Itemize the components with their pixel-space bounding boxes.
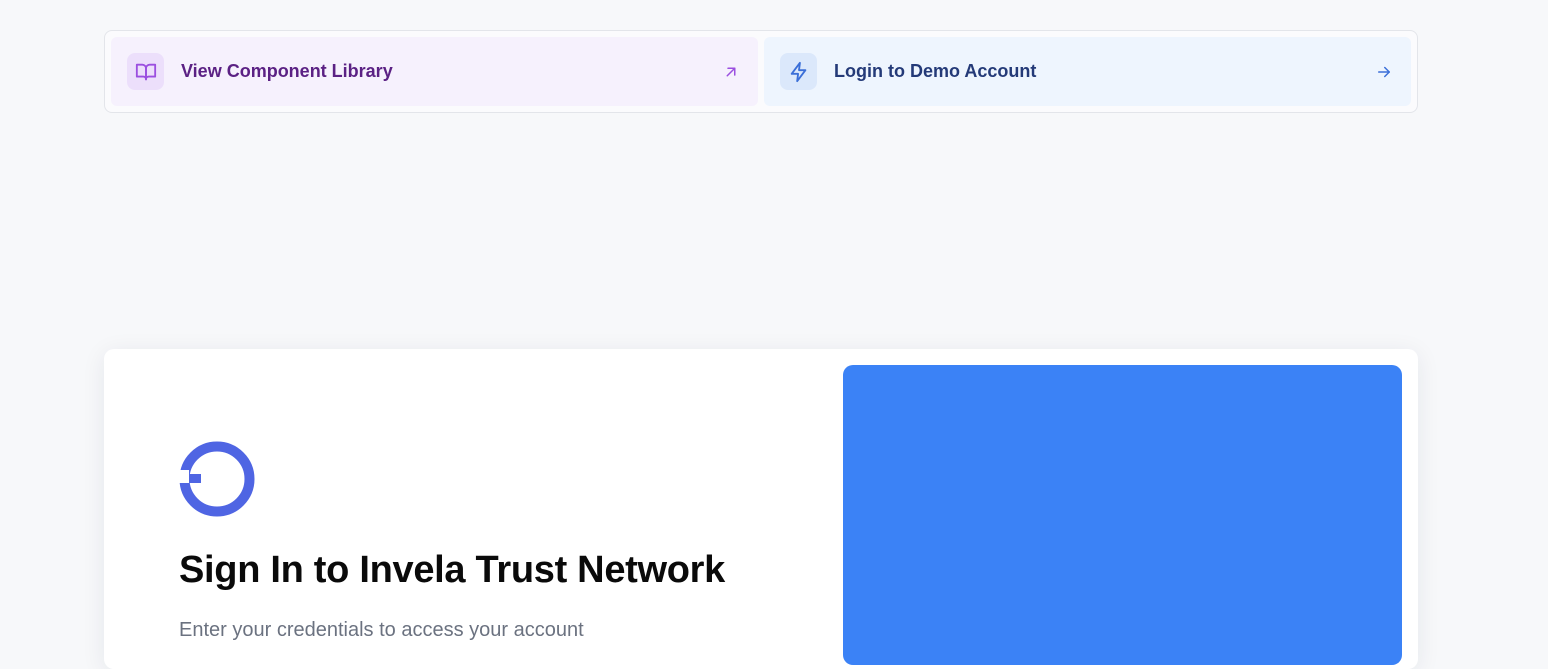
quick-links-bar: View Component Library Login to Demo Acc…	[104, 30, 1418, 113]
arrow-up-right-icon	[720, 61, 742, 83]
page-title: Sign In to Invela Trust Network	[179, 549, 726, 591]
login-card: Sign In to Invela Trust Network Enter yo…	[104, 349, 1418, 669]
view-component-library-label: View Component Library	[181, 61, 393, 81]
hero-panel	[843, 365, 1402, 665]
invela-logo-icon	[179, 441, 255, 517]
arrow-right-icon	[1373, 61, 1395, 83]
view-component-library-link[interactable]: View Component Library	[111, 37, 758, 106]
book-open-icon	[127, 53, 164, 90]
login-demo-account-label: Login to Demo Account	[834, 61, 1037, 81]
lightning-bolt-icon	[780, 53, 817, 90]
page-subtitle: Enter your credentials to access your ac…	[179, 619, 584, 641]
login-demo-account-link[interactable]: Login to Demo Account	[764, 37, 1411, 106]
